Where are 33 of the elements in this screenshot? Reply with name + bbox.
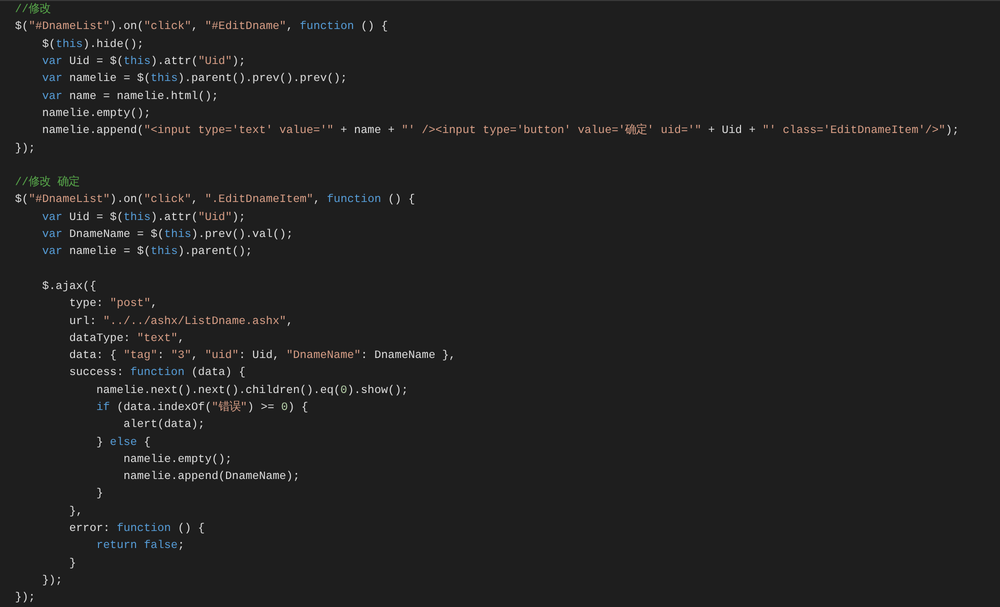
code-line: }); — [15, 590, 36, 606]
code-line: namelie.append(DnameName); — [123, 470, 300, 486]
code-line: if (data.indexOf("错误") >= 0) { — [96, 400, 308, 416]
code-line: } — [69, 556, 76, 572]
code-line: }); — [42, 574, 62, 589]
code-line: var namelie = $(this).parent().prev().prev(); — [42, 72, 348, 88]
code-line: } — [96, 486, 104, 502]
code-line: data: { "tag": "3", "uid": Uid, "DnameName": DnameName }, — [69, 348, 456, 364]
code-line: //修改 确定 — [15, 175, 80, 192]
code-line: } else { — [96, 436, 151, 451]
code-line: //修改 — [15, 2, 51, 18]
code-line: var namelie = $(this).parent(); — [42, 244, 252, 260]
code-line: var Uid = $(this).attr("Uid"); — [42, 54, 246, 70]
code-line: $.ajax({ — [42, 280, 96, 295]
code-line: type: "post", — [69, 296, 158, 312]
code-line: namelie.next().next().children().eq(0).show(); — [96, 384, 408, 399]
code-line: $(this).hide(); — [42, 38, 144, 53]
code-line: error: function () { — [69, 522, 205, 538]
code-line: success: function (data) { — [69, 366, 246, 382]
code-line: $("#DnameList").on("click", ".EditDnameItem", function () { — [15, 192, 416, 208]
code-line: }, — [69, 504, 83, 520]
code-line: dataType: "text", — [69, 332, 184, 347]
code-line: url: "../../ashx/ListDname.ashx", — [69, 314, 293, 330]
code-line: }); — [15, 142, 36, 157]
code-line: return false; — [96, 538, 184, 554]
code-line: var DnameName = $(this).prev().val(); — [42, 228, 293, 244]
code-line: namelie.empty(); — [42, 106, 151, 122]
code-line: var name = namelie.html(); — [42, 90, 218, 105]
code-line: $("#DnameList").on("click", "#EditDname", function () { — [15, 20, 388, 36]
code-line: alert(data); — [123, 418, 205, 434]
code-line: namelie.empty(); — [123, 452, 232, 468]
code-line: namelie.append("<input type='text' value='" + name + "' /><input type='button' value='确定' uid='" + Uid + "' class='EditDnameItem'/>"); — [42, 123, 960, 140]
code-line: var Uid = $(this).attr("Uid"); — [42, 210, 246, 226]
